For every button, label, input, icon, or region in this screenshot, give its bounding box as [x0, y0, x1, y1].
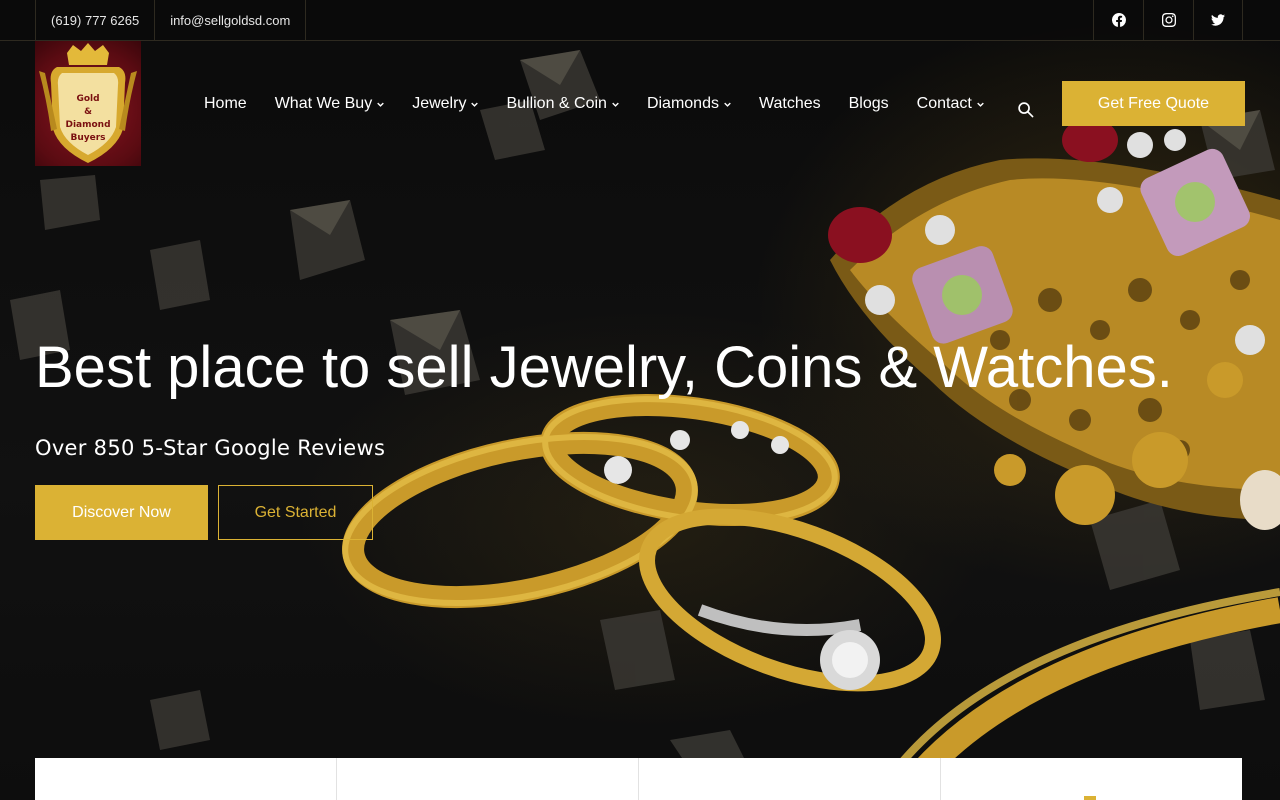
nav-item-home[interactable]: Home	[190, 95, 261, 113]
discover-now-button[interactable]: Discover Now	[35, 485, 208, 540]
logo-text: Gold & Diamond Buyers	[35, 93, 141, 145]
feature-card[interactable]	[337, 758, 639, 800]
top-contact-bar: (619) 777 6265 info@sellgoldsd.com	[0, 0, 1280, 41]
hero-subtitle: Over 850 5-Star Google Reviews	[35, 436, 386, 460]
nav-item-watches[interactable]: Watches	[745, 95, 835, 113]
nav-item-what-we-buy[interactable]: What We Buy	[261, 95, 399, 113]
feature-card-icon	[1084, 796, 1096, 800]
nav-item-contact[interactable]: Contact	[903, 95, 998, 113]
logo-line-1: Gold	[76, 94, 100, 104]
nav-item-jewelry[interactable]: Jewelry	[398, 95, 492, 113]
twitter-icon	[1211, 14, 1225, 26]
logo-line-2: &	[84, 107, 92, 117]
chevron-down-icon	[612, 101, 619, 108]
search-icon	[1017, 101, 1033, 117]
phone-number[interactable]: (619) 777 6265	[35, 0, 154, 40]
nav-item-label: Contact	[916, 95, 972, 112]
nav-item-label: Watches	[758, 95, 821, 112]
site-logo[interactable]: Gold & Diamond Buyers	[35, 41, 141, 166]
nav-item-label: Bullion & Coin	[506, 95, 607, 112]
chevron-down-icon	[977, 101, 984, 108]
feature-cards	[35, 758, 1242, 800]
facebook-icon	[1111, 13, 1126, 27]
nav-item-blogs[interactable]: Blogs	[835, 95, 903, 113]
nav-item-label: What We Buy	[274, 95, 373, 112]
facebook-link[interactable]	[1093, 0, 1143, 40]
search-button[interactable]	[1014, 98, 1036, 120]
nav-item-label: Blogs	[848, 95, 889, 112]
social-links	[1093, 0, 1243, 40]
instagram-icon	[1161, 13, 1176, 27]
feature-card[interactable]	[639, 758, 941, 800]
nav-item-diamonds[interactable]: Diamonds	[633, 95, 745, 113]
contact-info: (619) 777 6265 info@sellgoldsd.com	[35, 0, 307, 40]
get-free-quote-button[interactable]: Get Free Quote	[1062, 81, 1245, 126]
chevron-down-icon	[471, 101, 479, 108]
logo-line-4: Buyers	[70, 133, 106, 143]
hero-title: Best place to sell Jewelry, Coins & Watc…	[35, 335, 1173, 400]
twitter-link[interactable]	[1193, 0, 1243, 40]
get-started-button[interactable]: Get Started	[218, 485, 373, 540]
nav-item-label: Diamonds	[646, 95, 719, 112]
nav-item-bullion-coin[interactable]: Bullion & Coin	[492, 95, 633, 113]
logo-line-3: Diamond	[65, 120, 111, 130]
chevron-down-icon	[724, 101, 731, 108]
feature-card[interactable]	[35, 758, 337, 800]
nav-item-label: Jewelry	[412, 95, 467, 112]
nav-item-label: Home	[204, 95, 247, 112]
main-navigation: Home What We Buy Jewelry Bullion & Coin …	[190, 82, 998, 126]
instagram-link[interactable]	[1143, 0, 1193, 40]
feature-card[interactable]	[941, 758, 1242, 800]
email-address[interactable]: info@sellgoldsd.com	[154, 0, 307, 40]
chevron-down-icon	[377, 101, 384, 108]
